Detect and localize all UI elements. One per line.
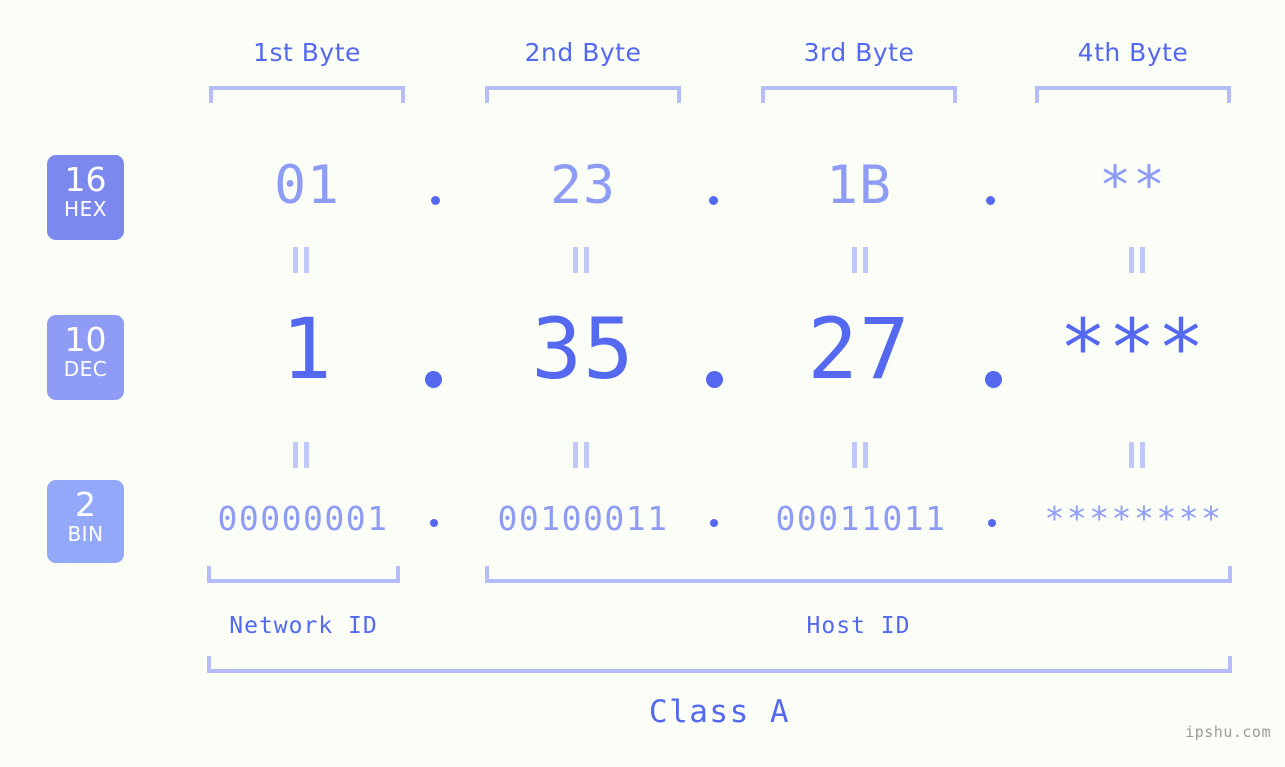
base-badge-label: DEC [63, 357, 108, 381]
base-badge-number: 16 [64, 160, 107, 199]
bin-byte-3: 00011011 [775, 499, 947, 538]
hex-byte-1: 01 [274, 155, 340, 216]
equals-marker-hex-dec-4 [1126, 247, 1148, 273]
byte-header-4: 4th Byte [1035, 32, 1231, 74]
bin-byte-4: ******** [1044, 499, 1224, 538]
hex-separator-dot-2 [709, 196, 718, 205]
base-badge-number: 10 [64, 320, 107, 359]
host-id-text: Host ID [806, 613, 911, 639]
equals-marker-dec-bin-4 [1126, 442, 1148, 468]
equals-marker-dec-bin-2 [570, 442, 592, 468]
byte-header-label: 4th Byte [1077, 38, 1189, 67]
ip-address-breakdown-diagram: 1st Byte 2nd Byte 3rd Byte 4th Byte 16 H… [0, 0, 1285, 767]
byte-bracket-1 [209, 86, 405, 103]
network-id-bracket [207, 566, 400, 583]
bin-separator-dot-2 [710, 519, 718, 527]
byte-header-1: 1st Byte [209, 32, 405, 74]
base-badge-dec: 10 DEC [47, 315, 124, 400]
bin-separator-dot-1 [430, 519, 438, 527]
dec-byte-3: 27 [807, 300, 911, 398]
byte-bracket-4 [1035, 86, 1231, 103]
class-text: Class A [648, 694, 791, 730]
class-label: Class A [207, 694, 1232, 730]
byte-header-label: 3rd Byte [803, 38, 915, 67]
byte-header-3: 3rd Byte [761, 32, 957, 74]
hex-separator-dot-1 [431, 196, 440, 205]
base-badge-label: HEX [64, 197, 107, 221]
byte-header-label: 2nd Byte [524, 38, 642, 67]
bin-separator-dot-3 [988, 519, 996, 527]
hex-byte-4: ** [1099, 155, 1167, 216]
byte-header-2: 2nd Byte [485, 32, 681, 74]
class-bracket [207, 656, 1232, 673]
equals-marker-hex-dec-3 [849, 247, 871, 273]
network-id-text: Network ID [229, 613, 378, 639]
byte-header-label: 1st Byte [253, 38, 361, 67]
base-badge-bin: 2 BIN [47, 480, 124, 563]
byte-bracket-2 [485, 86, 681, 103]
hex-separator-dot-3 [986, 196, 995, 205]
dec-separator-dot-3 [985, 371, 1002, 388]
dec-byte-4: *** [1059, 304, 1207, 394]
host-id-bracket [485, 566, 1232, 583]
dec-separator-dot-1 [425, 371, 442, 388]
dec-byte-1: 1 [281, 300, 333, 398]
dec-separator-dot-2 [706, 371, 723, 388]
equals-marker-dec-bin-1 [290, 442, 312, 468]
base-badge-number: 2 [75, 485, 96, 524]
host-id-label: Host ID [485, 613, 1232, 639]
equals-marker-hex-dec-2 [570, 247, 592, 273]
network-id-label: Network ID [207, 613, 400, 639]
equals-marker-hex-dec-1 [290, 247, 312, 273]
byte-bracket-3 [761, 86, 957, 103]
dec-byte-2: 35 [531, 300, 635, 398]
hex-byte-2: 23 [550, 155, 616, 216]
base-badge-hex: 16 HEX [47, 155, 124, 240]
base-badge-label: BIN [67, 522, 104, 546]
equals-marker-dec-bin-3 [849, 442, 871, 468]
hex-byte-3: 1B [826, 155, 892, 216]
bin-byte-1: 00000001 [217, 499, 389, 538]
watermark: ipshu.com [1185, 723, 1271, 741]
bin-byte-2: 00100011 [497, 499, 669, 538]
